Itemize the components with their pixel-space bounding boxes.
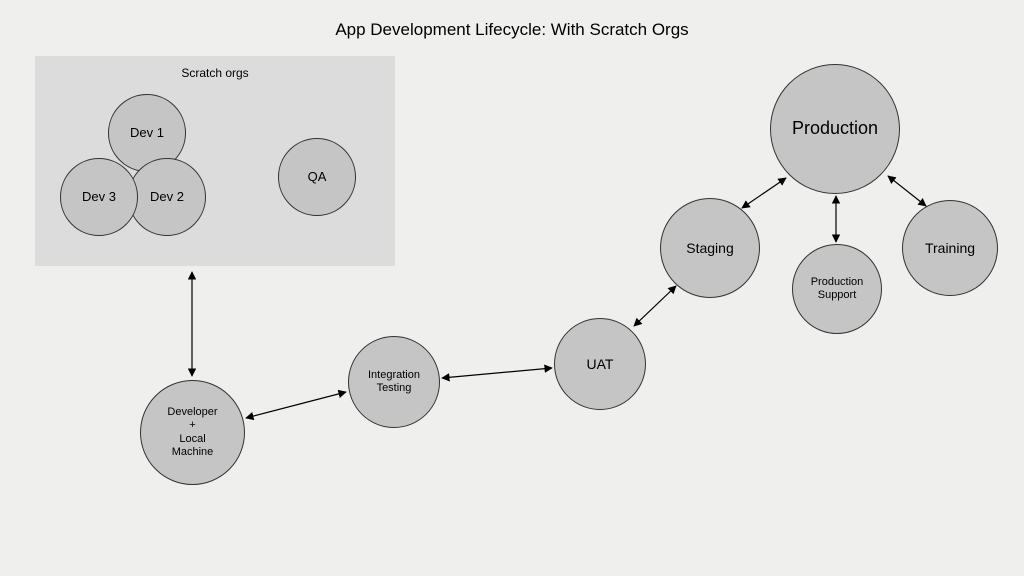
arrow-production-training <box>888 176 926 206</box>
arrow-uat-staging <box>634 286 676 326</box>
arrow-integration-uat <box>442 368 552 378</box>
node-dev3: Dev 3 <box>60 158 138 236</box>
node-developer: Developer + Local Machine <box>140 380 245 485</box>
arrow-staging-production <box>742 178 786 208</box>
node-dev2: Dev 2 <box>128 158 206 236</box>
node-prod-support: Production Support <box>792 244 882 334</box>
node-uat: UAT <box>554 318 646 410</box>
node-staging: Staging <box>660 198 760 298</box>
scratch-orgs-label: Scratch orgs <box>35 66 395 80</box>
diagram-title: App Development Lifecycle: With Scratch … <box>0 20 1024 40</box>
node-training: Training <box>902 200 998 296</box>
node-production: Production <box>770 64 900 194</box>
node-integration: Integration Testing <box>348 336 440 428</box>
node-qa: QA <box>278 138 356 216</box>
arrow-developer-integration <box>246 392 346 418</box>
